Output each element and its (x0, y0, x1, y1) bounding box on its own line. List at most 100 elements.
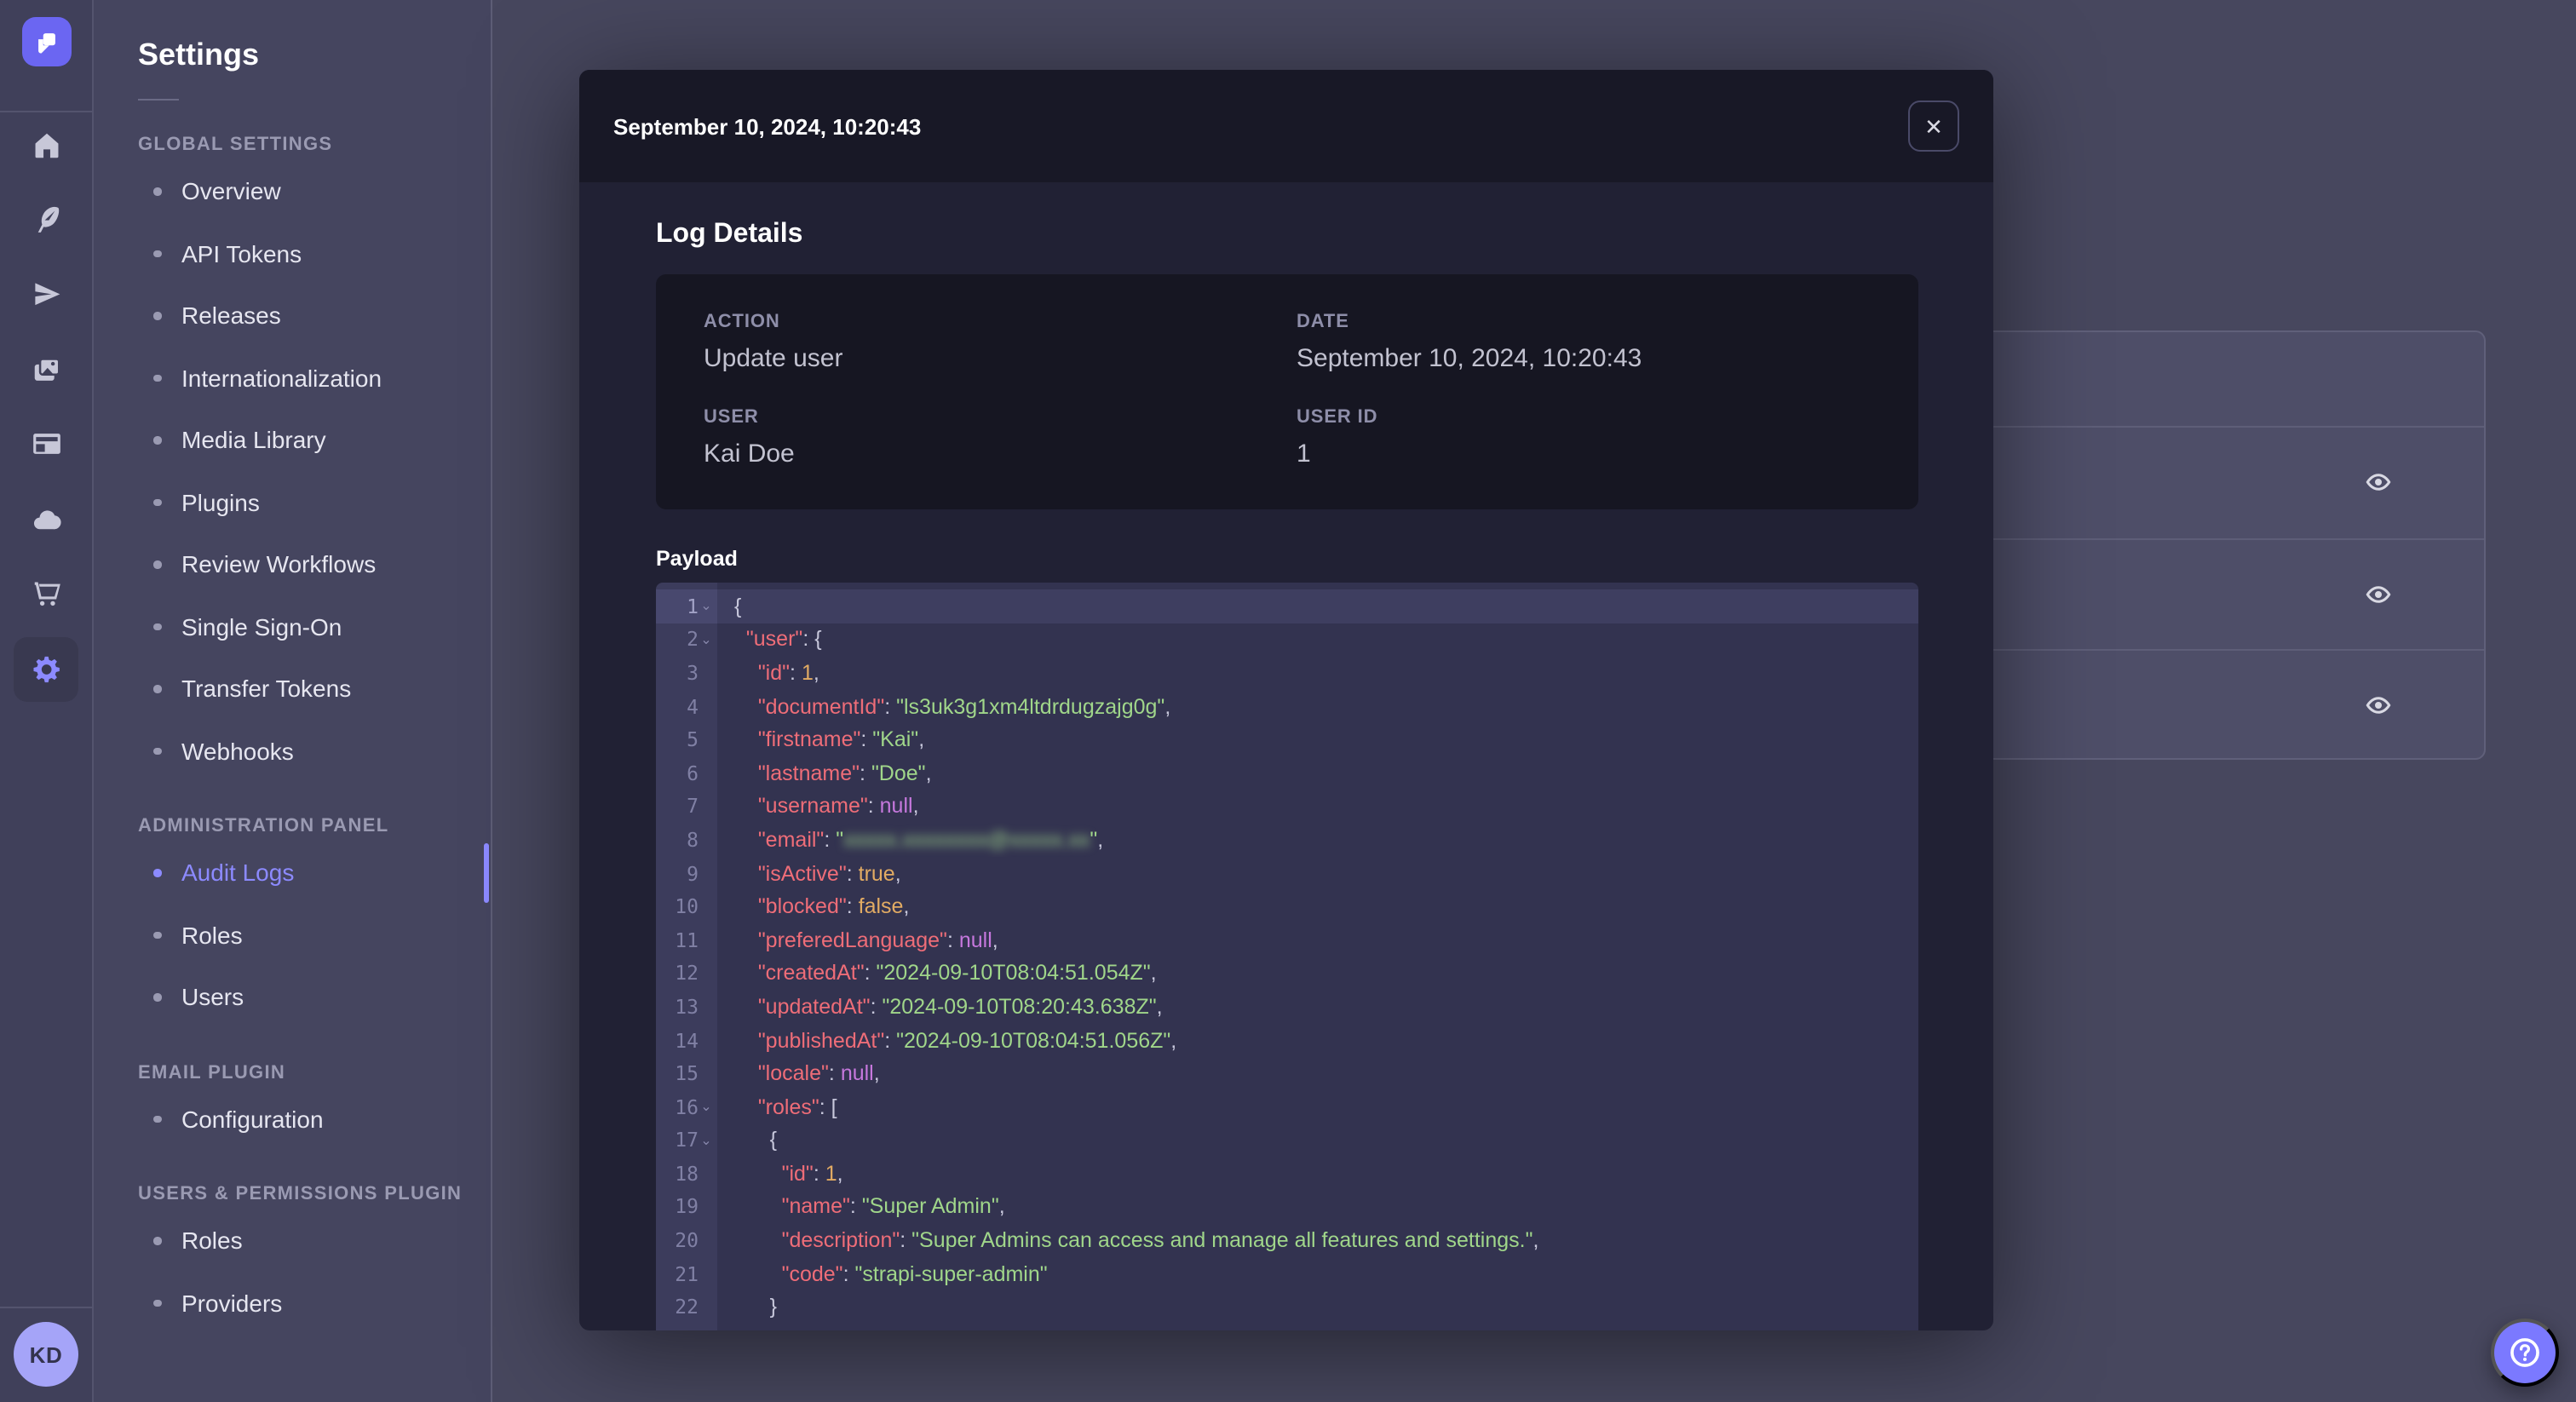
line-gutter[interactable]: 6 (656, 756, 717, 790)
line-gutter[interactable]: 8 (656, 823, 717, 856)
feather-icon[interactable] (26, 198, 66, 239)
code-line[interactable]: 9 "isActive": true, (656, 857, 1918, 890)
sidebar-item-label: Roles (181, 921, 243, 949)
help-button[interactable] (2491, 1319, 2559, 1387)
line-gutter[interactable]: 3 (656, 656, 717, 689)
fold-chevron-icon[interactable]: ⌄ (699, 1133, 714, 1148)
eye-icon[interactable] (2355, 571, 2402, 618)
code-line[interactable]: 10 "blocked": false, (656, 890, 1918, 923)
line-gutter[interactable]: 1 ⌄ (656, 589, 717, 623)
sidebar-item-providers[interactable]: Providers (94, 1272, 491, 1334)
layout-icon[interactable] (26, 423, 66, 464)
line-gutter[interactable]: 11 (656, 923, 717, 957)
settings-sidebar: Settings GLOBAL SETTINGS Overview API Toke… (94, 0, 492, 1402)
sidebar-item-label: Transfer Tokens (181, 675, 352, 703)
sidebar-item-webhooks[interactable]: Webhooks (94, 720, 491, 782)
sidebar-section-label: USERS & PERMISSIONS PLUGIN (138, 1184, 463, 1204)
sidebar-item-overview[interactable]: Overview (94, 160, 491, 222)
line-gutter[interactable]: 15 (656, 1057, 717, 1090)
cart-icon[interactable] (26, 573, 66, 614)
fold-chevron-icon[interactable]: ⌄ (699, 632, 714, 647)
code-text: "description": "Super Admins can access … (781, 1228, 1539, 1253)
strapi-logo[interactable] (22, 17, 72, 66)
code-line[interactable]: 7 "username": null, (656, 790, 1918, 823)
sidebar-item-plugins[interactable]: Plugins (94, 471, 491, 533)
code-text: "username": null, (757, 794, 919, 819)
line-gutter[interactable]: 17 ⌄ (656, 1123, 717, 1157)
fold-chevron-icon[interactable]: ⌄ (699, 1099, 714, 1114)
code-line[interactable]: 15 "locale": null, (656, 1057, 1918, 1090)
code-line[interactable]: 2 ⌄ "user": { (656, 623, 1918, 656)
sidebar-item-internationalization[interactable]: Internationalization (94, 347, 491, 409)
send-icon[interactable] (26, 273, 66, 314)
code-line[interactable]: 8 "email": " xxxxx.xxxxxxxx@xxxxx.xx ", (656, 823, 1918, 856)
code-line[interactable]: 13 "updatedAt": "2024-09-10T08:20:43.638… (656, 990, 1918, 1023)
sidebar-item-media-library[interactable]: Media Library (94, 409, 491, 471)
detail-value: Update user (704, 344, 843, 373)
home-icon[interactable] (26, 124, 66, 165)
code-text: "lastname": "Doe", (757, 761, 932, 785)
line-number: 20 (675, 1228, 699, 1253)
code-line[interactable]: 19 "name": "Super Admin", (656, 1190, 1918, 1223)
line-gutter[interactable]: 5 (656, 723, 717, 756)
code-line[interactable]: 6 "lastname": "Doe", (656, 756, 1918, 790)
sidebar-item-users[interactable]: Users (94, 966, 491, 1028)
code-line[interactable]: 11 "preferedLanguage": null, (656, 923, 1918, 957)
payload-code-editor[interactable]: 1 ⌄{2 ⌄ "user": {3 "id": 1,4 "documentId":… (656, 583, 1918, 1330)
user-avatar[interactable]: KD (14, 1322, 78, 1387)
line-gutter[interactable]: 12 (656, 957, 717, 990)
eye-icon[interactable] (2355, 459, 2402, 507)
sidebar-item-label: Providers (181, 1289, 283, 1317)
line-gutter[interactable]: 13 (656, 990, 717, 1023)
code-line[interactable]: 20 "description": "Super Admins can acce… (656, 1224, 1918, 1257)
sidebar-item-single-sign-on[interactable]: Single Sign-On (94, 595, 491, 658)
line-gutter[interactable]: 23 (656, 1324, 717, 1330)
bullet-icon (153, 747, 161, 755)
line-gutter[interactable]: 2 ⌄ (656, 623, 717, 656)
bullet-icon (153, 1237, 161, 1244)
code-line[interactable]: 18 "id": 1, (656, 1157, 1918, 1190)
code-line[interactable]: 16 ⌄ "roles": [ (656, 1090, 1918, 1123)
code-text: "isActive": true, (757, 861, 901, 886)
line-gutter[interactable]: 10 (656, 890, 717, 923)
sidebar-item-configuration[interactable]: Configuration (94, 1088, 491, 1150)
sidebar-item-transfer-tokens[interactable]: Transfer Tokens (94, 658, 491, 720)
line-number: 18 (675, 1161, 699, 1186)
line-gutter[interactable]: 4 (656, 690, 717, 723)
sidebar-item-releases[interactable]: Releases (94, 284, 491, 347)
close-button[interactable]: ✕ (1908, 101, 1959, 152)
line-gutter[interactable]: 18 (656, 1157, 717, 1190)
line-gutter[interactable]: 21 (656, 1257, 717, 1290)
sidebar-item-roles[interactable]: Roles (94, 904, 491, 966)
line-gutter[interactable]: 20 (656, 1224, 717, 1257)
icon-rail: KD (0, 0, 94, 1402)
log-details-card: ACTION Update user DATE September 10, 2024,… (656, 274, 1918, 509)
code-line[interactable]: 3 "id": 1, (656, 656, 1918, 689)
eye-icon[interactable] (2355, 682, 2402, 730)
cloud-icon[interactable] (26, 499, 66, 540)
line-gutter[interactable]: 14 (656, 1023, 717, 1056)
line-gutter[interactable]: 19 (656, 1190, 717, 1223)
code-line[interactable]: 5 "firstname": "Kai", (656, 723, 1918, 756)
code-line[interactable]: 4 "documentId": "ls3uk3g1xm4ltdrdugzajg0… (656, 690, 1918, 723)
code-line[interactable]: 14 "publishedAt": "2024-09-10T08:04:51.0… (656, 1023, 1918, 1056)
sidebar-item-roles[interactable]: Roles (94, 1210, 491, 1272)
settings-gear-active[interactable] (14, 636, 78, 701)
sidebar-item-audit-logs[interactable]: Audit Logs (94, 842, 491, 904)
sidebar-nav: GLOBAL SETTINGS Overview API Tokens Release… (94, 129, 491, 1334)
code-line[interactable]: 23 ] (656, 1324, 1918, 1330)
line-gutter[interactable]: 22 (656, 1290, 717, 1324)
code-line[interactable]: 21 "code": "strapi-super-admin" (656, 1257, 1918, 1290)
fold-chevron-icon[interactable]: ⌄ (699, 599, 714, 614)
code-line[interactable]: 22 } (656, 1290, 1918, 1324)
line-gutter[interactable]: 7 (656, 790, 717, 823)
code-line[interactable]: 17 ⌄ { (656, 1123, 1918, 1157)
code-line[interactable]: 1 ⌄{ (656, 589, 1918, 623)
line-gutter[interactable]: 16 ⌄ (656, 1090, 717, 1123)
line-gutter[interactable]: 9 (656, 857, 717, 890)
sidebar-item-api-tokens[interactable]: API Tokens (94, 222, 491, 284)
media-library-icon[interactable] (26, 349, 66, 390)
sidebar-item-review-workflows[interactable]: Review Workflows (94, 533, 491, 595)
code-line[interactable]: 12 "createdAt": "2024-09-10T08:04:51.054… (656, 957, 1918, 990)
code-text: ] (717, 1324, 1918, 1330)
